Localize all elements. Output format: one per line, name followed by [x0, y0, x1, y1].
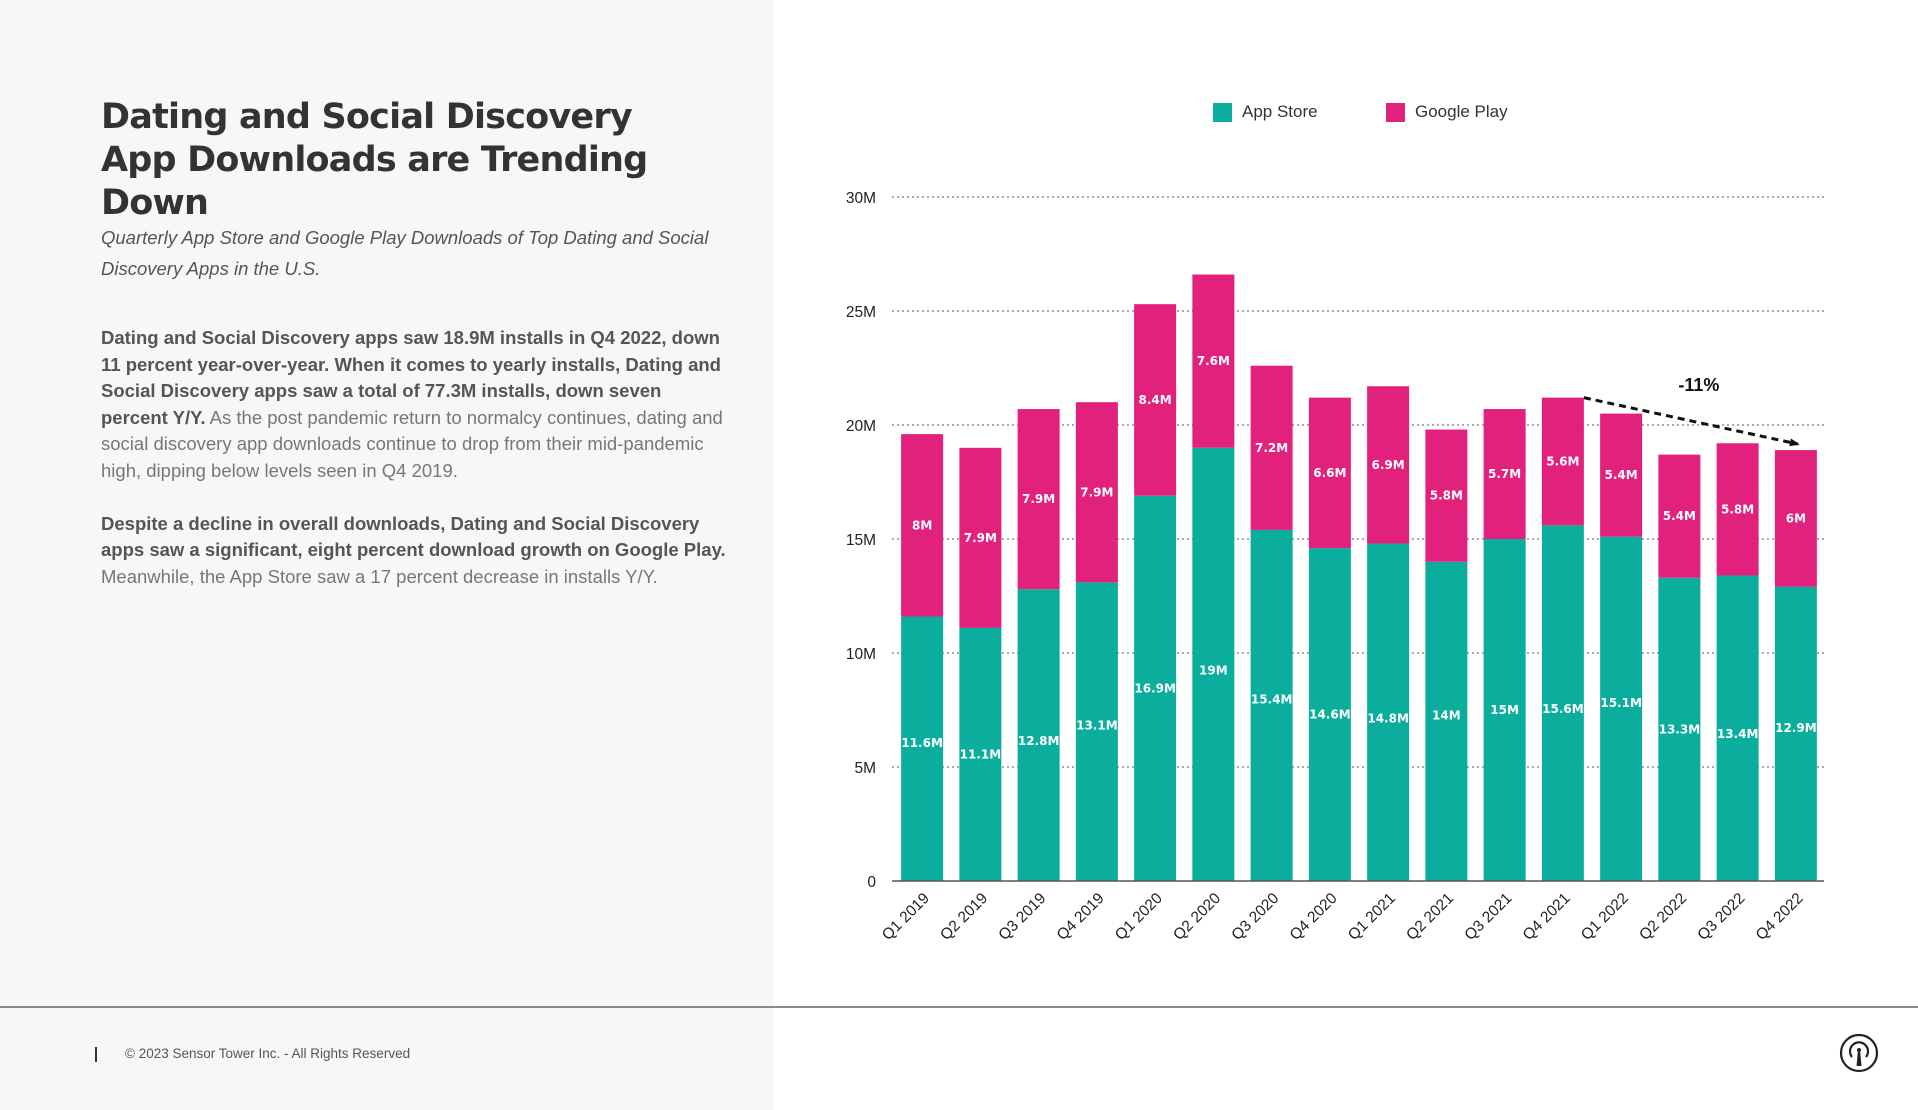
value-label-app-store: 13.3M [1659, 722, 1701, 736]
value-label-app-store: 13.1M [1076, 719, 1118, 733]
x-tick-label: Q2 2020 [1170, 890, 1224, 944]
y-tick-label: 25M [846, 304, 876, 321]
value-label-app-store: 15M [1490, 703, 1519, 717]
value-label-app-store: 13.4M [1717, 727, 1759, 741]
y-tick-label: 5M [854, 760, 876, 777]
value-label-google-play: 5.4M [1663, 509, 1696, 523]
value-label-google-play: 6M [1786, 511, 1806, 525]
value-label-app-store: 12.9M [1775, 721, 1817, 735]
trend-label: -11% [1678, 375, 1719, 395]
bars [901, 274, 1817, 881]
x-tick-label: Q1 2021 [1345, 890, 1399, 944]
value-label-google-play: 5.6M [1546, 454, 1579, 468]
x-tick-label: Q1 2020 [1112, 890, 1166, 944]
value-label-google-play: 5.4M [1605, 468, 1638, 482]
value-label-app-store: 15.1M [1600, 696, 1642, 710]
value-label-app-store: 11.1M [960, 747, 1002, 761]
sensor-tower-logo-icon [1839, 1033, 1879, 1073]
footer-bar-mark [95, 1047, 97, 1062]
x-tick-label: Q2 2021 [1403, 890, 1457, 944]
x-tick-label: Q1 2022 [1578, 890, 1632, 944]
value-label-google-play: 6.6M [1313, 466, 1346, 480]
y-tick-label: 30M [846, 190, 876, 207]
y-tick-label: 20M [846, 418, 876, 435]
y-axis-ticks: 0 5M 10M 15M 20M 25M 30M [846, 190, 877, 891]
x-axis-ticks: Q1 2019 Q2 2019 Q3 2019 Q4 2019 Q1 2020 Q2 20… [879, 890, 1807, 944]
value-label-google-play: 5.8M [1430, 489, 1463, 503]
x-tick-label: Q4 2020 [1287, 890, 1341, 944]
x-tick-label: Q1 2019 [879, 890, 933, 944]
x-tick-label: Q4 2021 [1520, 890, 1574, 944]
y-tick-label: 0 [867, 874, 876, 891]
value-label-app-store: 14M [1432, 708, 1461, 722]
value-label-google-play: 8.4M [1139, 393, 1172, 407]
value-label-google-play: 5.8M [1721, 502, 1754, 516]
x-tick-label: Q2 2019 [937, 890, 991, 944]
x-tick-label: Q3 2022 [1694, 890, 1748, 944]
value-label-app-store: 15.4M [1251, 692, 1293, 706]
value-label-google-play: 7.2M [1255, 441, 1288, 455]
value-label-app-store: 15.6M [1542, 702, 1584, 716]
value-label-app-store: 11.6M [901, 736, 943, 750]
value-label-google-play: 7.9M [964, 531, 997, 545]
x-tick-label: Q3 2020 [1228, 890, 1282, 944]
value-label-app-store: 16.9M [1134, 681, 1176, 695]
x-tick-label: Q3 2021 [1461, 890, 1515, 944]
value-label-google-play: 7.9M [1022, 492, 1055, 506]
stacked-bar-chart: 0 5M 10M 15M 20M 25M 30M 11.6M 8M 11.1M 7.9M 12.8M… [846, 190, 1824, 944]
x-tick-label: Q3 2019 [995, 890, 1049, 944]
value-label-app-store: 12.8M [1018, 734, 1060, 748]
value-label-google-play: 6.9M [1372, 458, 1405, 472]
value-label-google-play: 8M [912, 518, 932, 532]
y-tick-label: 15M [846, 532, 876, 549]
value-label-google-play: 7.6M [1197, 354, 1230, 368]
value-label-app-store: 14.6M [1309, 708, 1351, 722]
x-tick-label: Q4 2019 [1054, 890, 1108, 944]
value-label-app-store: 19M [1199, 663, 1228, 677]
value-label-google-play: 7.9M [1080, 485, 1113, 499]
value-label-google-play: 5.7M [1488, 467, 1521, 481]
value-label-app-store: 14.8M [1367, 711, 1409, 725]
footer-divider [0, 1006, 1918, 1008]
x-tick-label: Q4 2022 [1753, 890, 1807, 944]
y-tick-label: 10M [846, 646, 876, 663]
x-tick-label: Q2 2022 [1636, 890, 1690, 944]
copyright-text: © 2023 Sensor Tower Inc. - All Rights Re… [125, 1046, 411, 1061]
